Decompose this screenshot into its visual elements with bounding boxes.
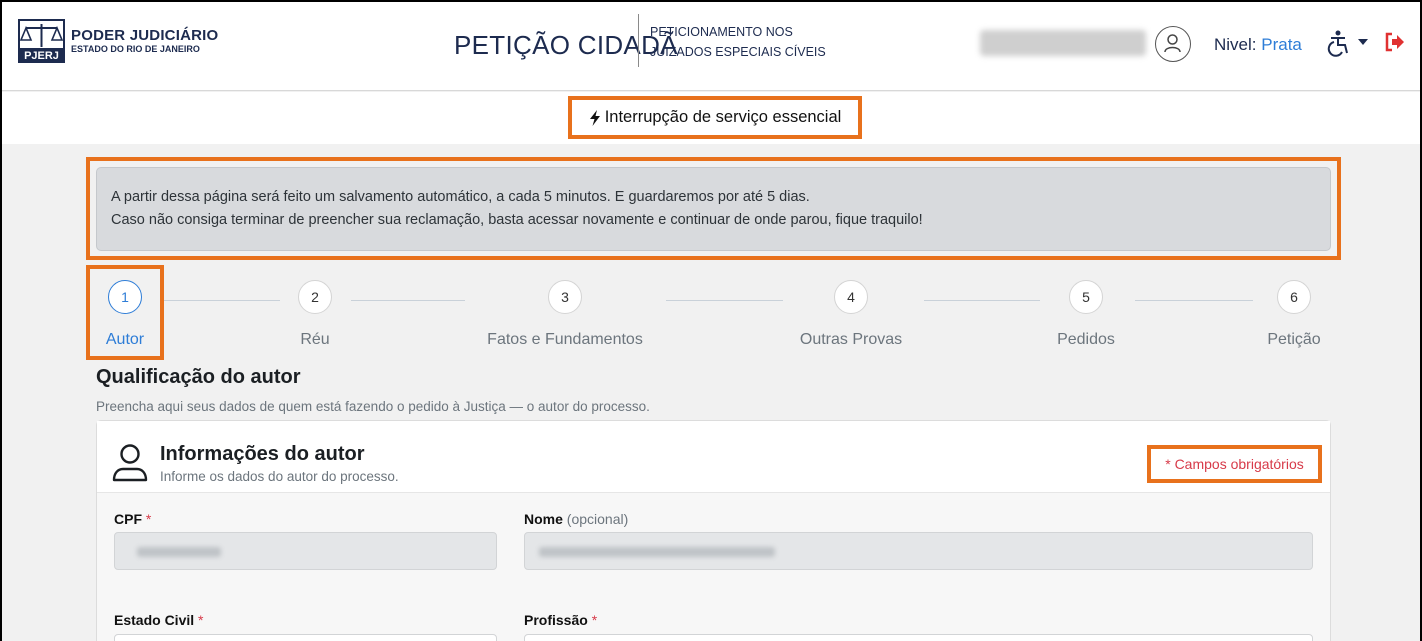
app-brand-subtitle: PETICIONAMENTO NOS JUIZADOS ESPECIAIS CÍ… [650,22,826,62]
app-brand: PETIÇÃO CIDADÃ [454,30,678,60]
profissao-label: Profissão * [524,612,597,628]
step-4-label[interactable]: Outras Provas [800,331,902,349]
required-fields-note: * Campos obrigatórios [1147,445,1322,483]
cpf-field[interactable] [114,532,497,570]
step-5-circle[interactable]: 5 [1069,280,1103,314]
section-title: Qualificação do autor [96,366,301,388]
user-circle-icon [1164,34,1181,53]
chevron-down-icon[interactable] [1358,39,1368,45]
card-header: Informações do autor Informe os dados do… [97,421,1330,493]
logout-icon [1385,32,1404,52]
brand-subtitle-line-2: JUIZADOS ESPECIAIS CÍVEIS [650,45,826,59]
profissao-field[interactable] [524,634,1313,641]
card-subtitle: Informe os dados do autor do processo. [160,469,399,484]
required-mark: * [198,612,204,628]
logo-title: PODER JUDICIÁRIO [71,27,219,44]
logo-subtitle: ESTADO DO RIO DE JANEIRO [71,44,200,54]
page: PJERJ PODER JUDICIÁRIO ESTADO DO RIO DE … [0,0,1422,641]
stepper-connector [351,300,465,301]
section-subtitle: Preencha aqui seus dados de quem está fa… [96,399,650,414]
user-level: Nivel: Prata [1214,35,1302,55]
step-6-circle[interactable]: 6 [1277,280,1311,314]
step-6-label[interactable]: Petição [1267,331,1320,349]
step-3-circle[interactable]: 3 [548,280,582,314]
stepper-connector [924,300,1040,301]
stepper-connector [162,300,280,301]
step-1-circle[interactable]: 1 [108,280,142,314]
profissao-label-text: Profissão [524,612,588,628]
card-title: Informações do autor [160,443,365,465]
accessibility-menu-button[interactable] [1325,29,1353,61]
nome-value-redacted [539,547,775,557]
estado-civil-select[interactable] [114,634,497,641]
optional-mark: (opcional) [566,511,629,527]
user-name-redacted [980,30,1146,56]
brand-subtitle-line-1: PETICIONAMENTO NOS [650,25,793,39]
logout-button[interactable] [1384,31,1406,58]
step-4-circle[interactable]: 4 [834,280,868,314]
cpf-value-redacted [137,547,221,557]
stepper-connector [666,300,783,301]
service-interruption-link[interactable]: Interrupção de serviço essencial [568,96,862,139]
nome-label-text: Nome [524,511,563,527]
user-icon [111,443,149,488]
level-label: Nivel: [1214,35,1257,54]
cpf-label-text: CPF [114,511,142,527]
estado-civil-label-text: Estado Civil [114,612,195,628]
top-header: PJERJ PODER JUDICIÁRIO ESTADO DO RIO DE … [2,2,1420,91]
user-avatar-button[interactable] [1155,26,1191,62]
required-mark: * [591,612,598,628]
pjerj-logo[interactable]: PJERJ PODER JUDICIÁRIO ESTADO DO RIO DE … [18,19,218,63]
scales-of-justice-icon: PJERJ [18,19,65,63]
step-3-label[interactable]: Fatos e Fundamentos [487,331,643,349]
logo-mark-text: PJERJ [24,50,59,62]
service-interruption-label: Interrupção de serviço essencial [604,108,842,126]
nome-label: Nome (opcional) [524,511,628,527]
author-info-card: Informações do autor Informe os dados do… [96,420,1331,641]
nome-field[interactable] [524,532,1313,570]
accessibility-icon [1327,30,1348,57]
cpf-label: CPF * [114,511,151,527]
notice-line-1: A partir dessa página será feito um salv… [111,189,810,205]
step-5-label[interactable]: Pedidos [1057,331,1115,349]
lightning-icon [589,109,600,126]
estado-civil-label: Estado Civil * [114,612,203,628]
step-2-circle[interactable]: 2 [298,280,332,314]
notice-line-2: Caso não consiga terminar de preencher s… [111,212,923,228]
autosave-notice: A partir dessa página será feito um salv… [96,167,1331,251]
required-mark: * [145,511,152,527]
level-value: Prata [1261,35,1302,54]
step-1-label[interactable]: Autor [106,331,144,349]
card-body: CPF * Nome (opcional) Estado Civil * Pro… [97,493,1330,641]
brand-divider [638,14,639,67]
stepper-connector [1135,300,1253,301]
step-2-label[interactable]: Réu [300,331,329,349]
